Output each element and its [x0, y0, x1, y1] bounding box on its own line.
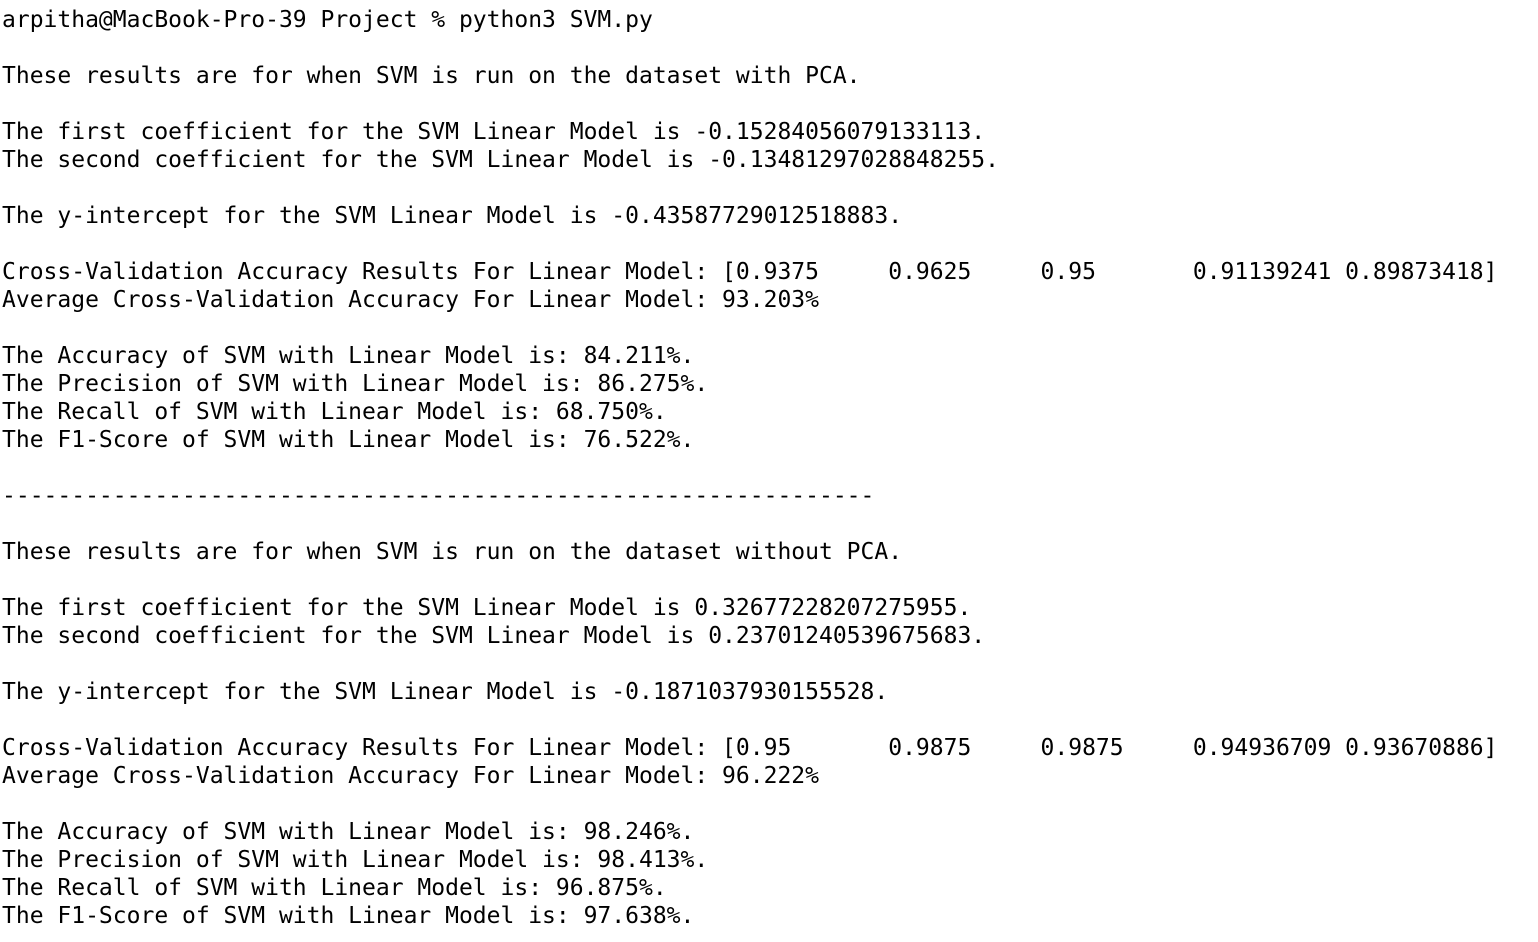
no-pca-results-header: These results are for when SVM is run on… [2, 539, 903, 565]
pca-f1-score: The F1-Score of SVM with Linear Model is… [2, 427, 695, 453]
pca-second-coefficient: The second coefficient for the SVM Linea… [2, 147, 999, 173]
pca-y-intercept: The y-intercept for the SVM Linear Model… [2, 203, 903, 229]
pca-results-header: These results are for when SVM is run on… [2, 63, 861, 89]
terminal-output[interactable]: arpitha@MacBook-Pro-39 Project % python3… [0, 0, 1538, 942]
no-pca-recall: The Recall of SVM with Linear Model is: … [2, 875, 667, 901]
pca-recall: The Recall of SVM with Linear Model is: … [2, 399, 667, 425]
no-pca-precision: The Precision of SVM with Linear Model i… [2, 847, 709, 873]
pca-first-coefficient: The first coefficient for the SVM Linear… [2, 119, 986, 145]
pca-accuracy: The Accuracy of SVM with Linear Model is… [2, 343, 695, 369]
no-pca-first-coefficient: The first coefficient for the SVM Linear… [2, 595, 972, 621]
no-pca-f1-score: The F1-Score of SVM with Linear Model is… [2, 903, 695, 929]
no-pca-cv-average: Average Cross-Validation Accuracy For Li… [2, 763, 819, 789]
no-pca-cv-results: Cross-Validation Accuracy Results For Li… [2, 735, 1498, 761]
no-pca-accuracy: The Accuracy of SVM with Linear Model is… [2, 819, 695, 845]
pca-precision: The Precision of SVM with Linear Model i… [2, 371, 709, 397]
section-separator: ----------------------------------------… [2, 483, 875, 509]
pca-cv-results: Cross-Validation Accuracy Results For Li… [2, 259, 1498, 285]
no-pca-y-intercept: The y-intercept for the SVM Linear Model… [2, 679, 889, 705]
command-prompt: arpitha@MacBook-Pro-39 Project % python3… [2, 7, 653, 33]
pca-cv-average: Average Cross-Validation Accuracy For Li… [2, 287, 819, 313]
no-pca-second-coefficient: The second coefficient for the SVM Linea… [2, 623, 986, 649]
